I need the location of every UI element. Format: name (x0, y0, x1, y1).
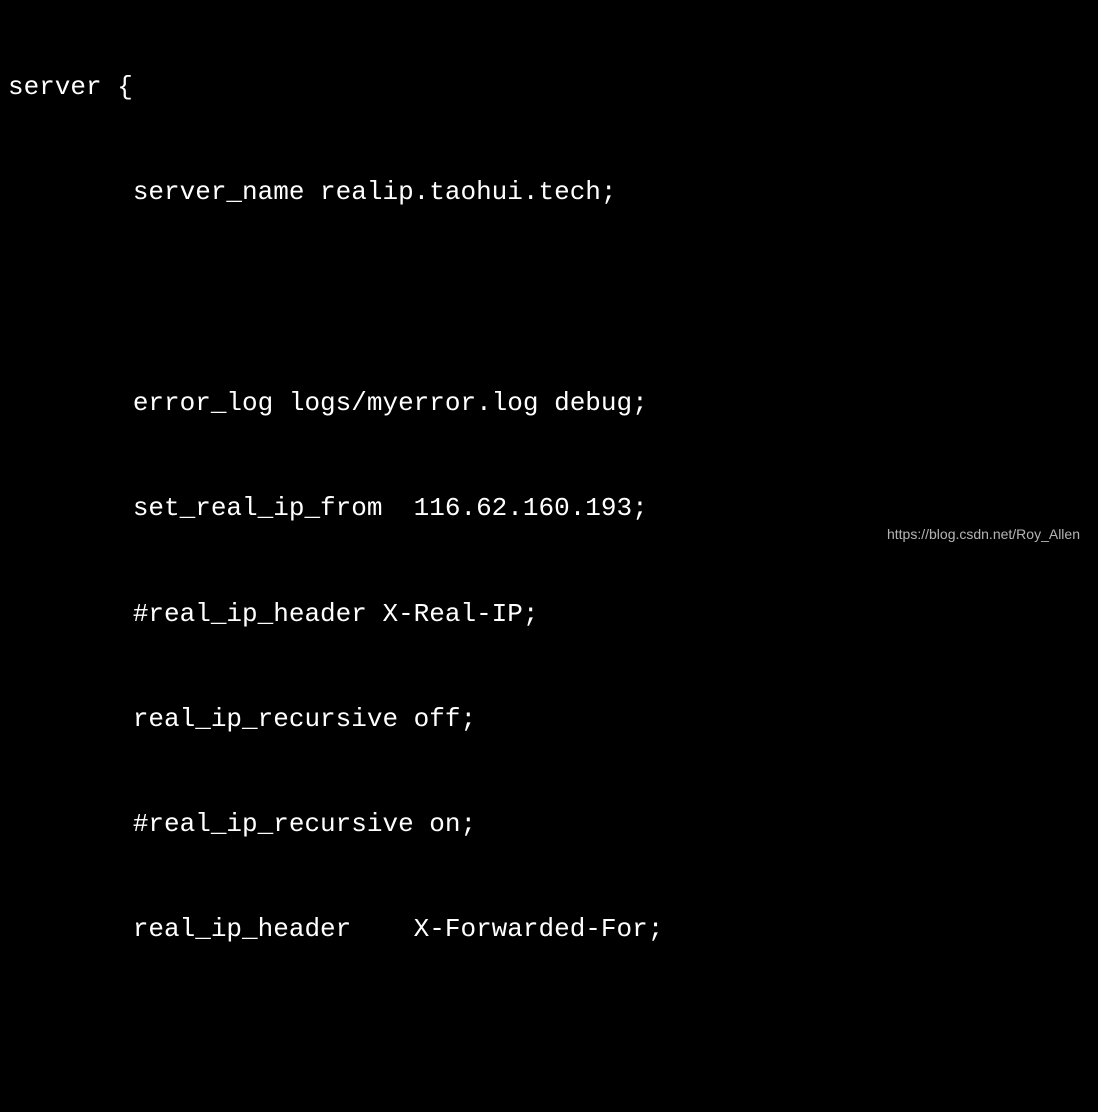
code-line (8, 281, 1090, 316)
code-line: real_ip_recursive off; (8, 702, 1090, 737)
code-line: #real_ip_recursive on; (8, 807, 1090, 842)
code-line: set_real_ip_from 116.62.160.193; (8, 491, 1090, 526)
code-line: #real_ip_header X-Real-IP; (8, 597, 1090, 632)
code-line: server_name realip.taohui.tech; (8, 175, 1090, 210)
code-line: real_ip_header X-Forwarded-For; (8, 912, 1090, 947)
watermark-text: https://blog.csdn.net/Roy_Allen (887, 525, 1080, 544)
terminal-code-block: server { server_name realip.taohui.tech;… (0, 0, 1098, 1112)
code-line (8, 1018, 1090, 1053)
code-line: server { (8, 70, 1090, 105)
code-line: error_log logs/myerror.log debug; (8, 386, 1090, 421)
